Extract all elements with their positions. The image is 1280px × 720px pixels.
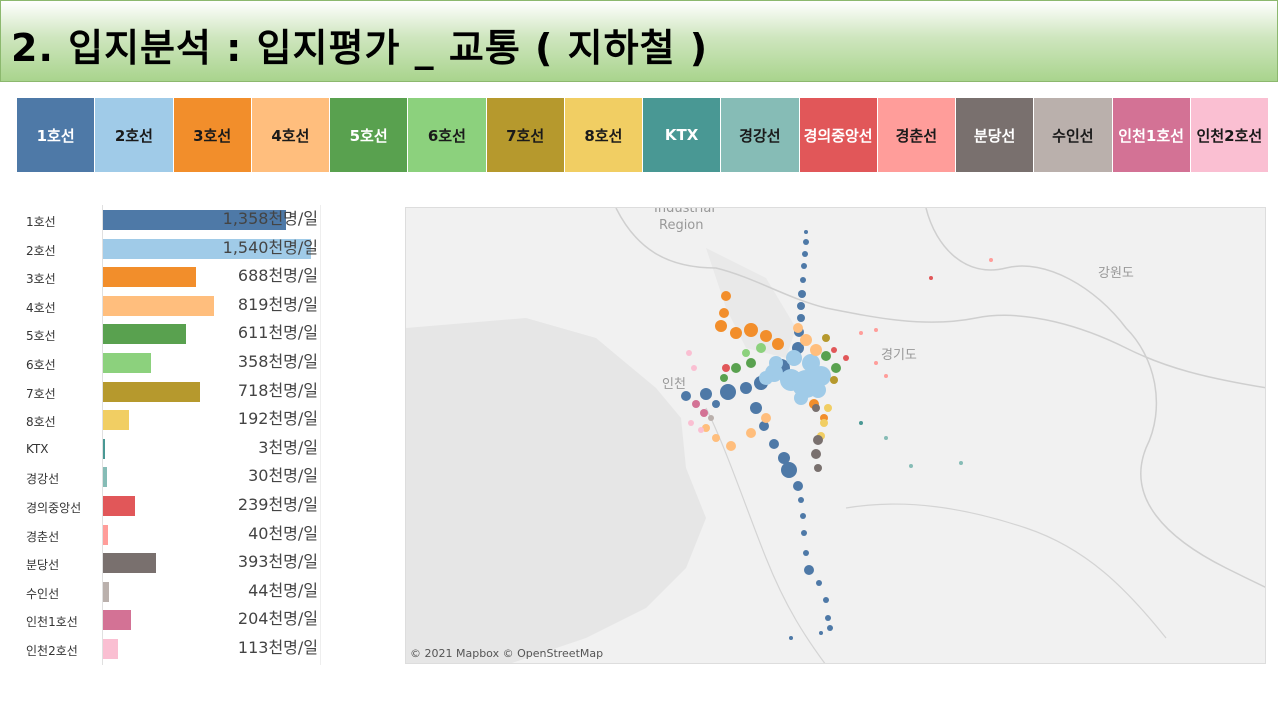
legend-cell-6호선: 6호선 — [408, 98, 487, 172]
line-color-legend: 1호선 2호선 3호선 4호선 5호선 6호선 7호선 8호선 KTX 경강선 경의중앙선 경춘선 분당… — [17, 98, 1269, 172]
bar-value-label: 819천명/일 — [237, 294, 318, 314]
bar-value-label: 3천명/일 — [258, 437, 318, 457]
bar-value-label: 44천명/일 — [248, 580, 318, 600]
map-label-incheon: 인천 — [662, 377, 686, 392]
bar-value-label: 204천명/일 — [237, 609, 318, 629]
ridership-bar-chart: 1호선 1,358천명/일 2호선 1,540천명/일 3호선 688천명/일 4호선 819… — [20, 205, 322, 665]
bar-category-label: 분당선 — [26, 558, 60, 573]
map-canvas[interactable]: Industrial Region 강원도 경기도 인천 — [406, 208, 1266, 664]
map-label-region-top: Industrial — [654, 208, 715, 216]
bar[interactable] — [103, 467, 108, 488]
bar-row: 1호선 1,358천명/일 — [20, 205, 322, 233]
bar-value-label: 1,358천명/일 — [222, 209, 318, 228]
legend-cell-경의중앙선: 경의중앙선 — [799, 98, 878, 172]
district-boundary-south — [845, 503, 1167, 639]
legend-cell-분당선: 분당선 — [956, 98, 1035, 172]
bar[interactable] — [103, 639, 119, 659]
bar-value-label: 718천명/일 — [237, 380, 318, 400]
sea-area — [406, 318, 706, 663]
bar[interactable] — [103, 524, 109, 545]
bar[interactable] — [103, 581, 109, 602]
page-title: 2. 입지분석 : 입지평가 _ 교통 ( 지하철 ) — [11, 26, 709, 70]
subway-station-map[interactable]: Industrial Region 강원도 경기도 인천 © 2021 Mapb… — [405, 207, 1266, 664]
bar[interactable] — [103, 267, 196, 288]
map-attribution[interactable]: © 2021 Mapbox © OpenStreetMap — [410, 647, 603, 660]
bar[interactable] — [103, 438, 105, 459]
bar-value-label: 611천명/일 — [237, 323, 318, 343]
title-bar: 2. 입지분석 : 입지평가 _ 교통 ( 지하철 ) — [0, 0, 1278, 82]
bar-value-label: 113천명/일 — [237, 638, 318, 657]
bar-value-label: 393천명/일 — [237, 552, 318, 572]
legend-cell-경춘선: 경춘선 — [877, 98, 956, 172]
bar-value-label: 358천명/일 — [237, 352, 318, 371]
bar-value-label: 239천명/일 — [237, 495, 318, 514]
legend-cell-3호선: 3호선 — [173, 98, 252, 172]
bar-category-label: 8호선 — [26, 415, 56, 430]
bar-category-label: 경의중앙선 — [26, 501, 82, 515]
bar-row: 수인선 44천명/일 — [20, 577, 322, 605]
bar-category-label: 7호선 — [26, 386, 56, 401]
bar-row: KTX 3천명/일 — [20, 434, 322, 462]
district-boundary — [705, 407, 826, 663]
bar-category-label: 인천1호선 — [26, 615, 78, 630]
bar-category-label: 5호선 — [26, 329, 56, 344]
bar-value-label: 30천명/일 — [248, 466, 318, 486]
bar-category-label: 4호선 — [26, 300, 56, 315]
province-boundary-north — [615, 208, 1265, 389]
bar-row: 5호선 611천명/일 — [20, 319, 322, 347]
bar-category-label: 경강선 — [26, 472, 60, 487]
bar-category-label: 경춘선 — [26, 529, 60, 544]
bar-row: 경강선 30천명/일 — [20, 462, 322, 490]
legend-cell-KTX: KTX — [643, 98, 722, 172]
bar-category-label: 1호선 — [26, 215, 56, 229]
bar[interactable] — [103, 496, 136, 516]
legend-cell-인천1호선: 인천1호선 — [1112, 98, 1191, 172]
bar-row: 8호선 192천명/일 — [20, 405, 322, 433]
bar[interactable] — [103, 353, 152, 373]
bar-category-label: 3호선 — [26, 272, 56, 287]
bar[interactable] — [103, 553, 157, 574]
bar-row: 4호선 819천명/일 — [20, 291, 322, 319]
bar-row: 인천2호선 113천명/일 — [20, 634, 322, 662]
bar-value-label: 1,540천명/일 — [222, 237, 318, 257]
bar-category-label: 6호선 — [26, 358, 56, 372]
legend-cell-경강선: 경강선 — [721, 98, 800, 172]
bar-row: 경춘선 40천명/일 — [20, 520, 322, 548]
bar-row: 경의중앙선 239천명/일 — [20, 491, 322, 519]
bar[interactable] — [103, 295, 214, 316]
bar-row: 2호선 1,540천명/일 — [20, 234, 322, 262]
map-label-gyeonggi: 경기도 — [881, 348, 917, 363]
legend-cell-수인선: 수인선 — [1034, 98, 1113, 172]
bar-category-label: KTX — [26, 441, 49, 456]
bar-row: 3호선 688천명/일 — [20, 262, 322, 290]
bar-category-label: 2호선 — [26, 243, 56, 258]
bar[interactable] — [103, 381, 200, 402]
bar-row: 7호선 718천명/일 — [20, 377, 322, 405]
map-label-region: Region — [659, 218, 704, 233]
legend-cell-인천2호선: 인천2호선 — [1190, 98, 1269, 172]
bar-row: 인천1호선 204천명/일 — [20, 605, 322, 633]
legend-cell-8호선: 8호선 — [564, 98, 643, 172]
bar-value-label: 192천명/일 — [237, 409, 318, 429]
bar-category-label: 수인선 — [26, 586, 60, 601]
legend-cell-2호선: 2호선 — [95, 98, 174, 172]
bar[interactable] — [103, 610, 131, 631]
province-boundary-east — [925, 208, 1265, 588]
bar-category-label: 인천2호선 — [26, 644, 78, 658]
legend-cell-7호선: 7호선 — [486, 98, 565, 172]
bar-value-label: 40천명/일 — [248, 523, 318, 543]
bar-value-label: 688천명/일 — [237, 266, 318, 286]
bar-row: 6호선 358천명/일 — [20, 348, 322, 376]
legend-cell-4호선: 4호선 — [251, 98, 330, 172]
bar[interactable] — [103, 410, 129, 431]
bar-row: 분당선 393천명/일 — [20, 548, 322, 576]
station-markers — [681, 230, 993, 640]
map-label-gangwon: 강원도 — [1098, 266, 1134, 281]
bar[interactable] — [103, 324, 186, 345]
legend-cell-5호선: 5호선 — [330, 98, 409, 172]
legend-cell-1호선: 1호선 — [17, 98, 96, 172]
